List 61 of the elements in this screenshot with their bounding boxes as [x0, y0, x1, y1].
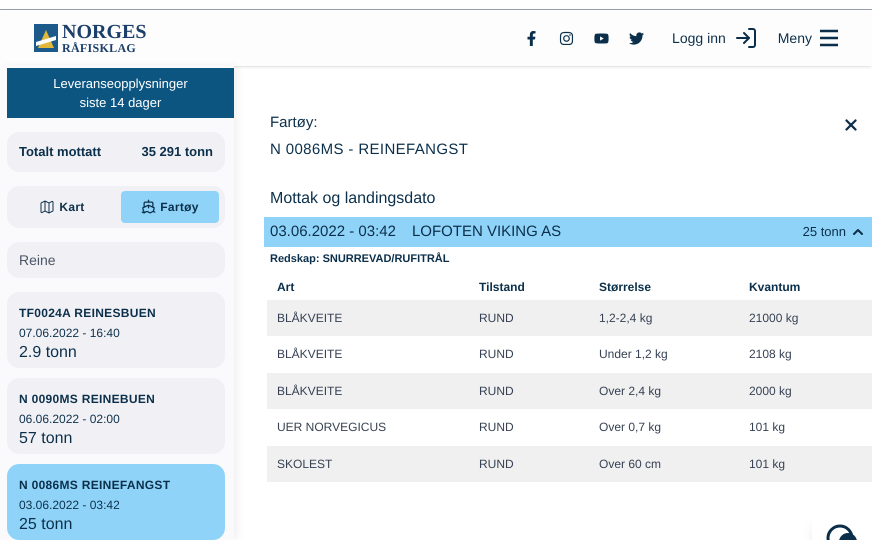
table-cell-text: Over 0,7 kg: [598, 419, 662, 436]
table-cell-text: RUND: [478, 456, 515, 473]
vessel-name: N 0086MS REINEFANGST: [19, 477, 172, 494]
vessel-card[interactable]: N 0090MS REINEBUEN 06.06.2022 - 02:00 57 tonn: [7, 378, 225, 454]
total-value: 35 291 tonn: [141, 143, 213, 162]
vessel-date: 06.06.2022 - 02:00: [19, 412, 121, 426]
vessel-name: TF0024A REINESBUEN: [19, 305, 157, 322]
landing-row[interactable]: 03.06.2022 - 03:42 LOFOTEN VIKING AS 25 tonn: [264, 217, 872, 247]
vessel-card[interactable]: TF0024A REINESBUEN 07.06.2022 - 16:40 2.9 tonn: [7, 292, 225, 368]
vessel-amount: 57 tonn: [19, 430, 74, 448]
gear-label: Redskap: SNURREVAD/RUFITRÅL: [269, 251, 450, 267]
vessel-date: 07.06.2022 - 16:40: [19, 326, 121, 340]
ship-icon: [141, 199, 156, 214]
menu-icon: [820, 28, 838, 48]
sidebar-subtitle: siste 14 dager: [80, 94, 162, 112]
table-cell-text: 2108 kg: [748, 346, 793, 364]
vessel-label: Fartøy:: [270, 113, 318, 133]
table-cell-text: BLÅKVEITE: [276, 382, 344, 400]
vessel-amount: 25 tonn: [19, 516, 74, 534]
table-cell-text: 101 kg: [748, 456, 786, 473]
chat-icon: [826, 522, 858, 540]
vessel-amount: 2.9 tonn: [19, 344, 78, 362]
column-header: Tilstand: [478, 278, 526, 296]
vessel-date: 03.06.2022 - 03:42: [19, 498, 121, 512]
vessel-card[interactable]: N 0086MS REINEFANGST 03.06.2022 - 03:42 25 tonn: [7, 464, 225, 540]
total-label: Totalt mottatt: [19, 143, 102, 162]
table-cell-text: RUND: [478, 310, 515, 327]
sidebar-title: Leveranseopplysninger: [53, 75, 188, 93]
logo-emblem-icon: [34, 24, 58, 52]
map-icon: [39, 198, 56, 215]
logo-subtitle: RÅFISKLAG: [62, 42, 138, 54]
column-header: Art: [276, 278, 296, 296]
twitter-icon[interactable]: [629, 30, 644, 46]
table-cell-text: RUND: [478, 419, 515, 436]
vessel-name: N 0090MS REINEBUEN: [19, 391, 156, 408]
table-cell-text: Over 2,4 kg: [598, 382, 662, 400]
logo-title: NORGES: [62, 22, 146, 42]
table-cell-text: RUND: [478, 346, 515, 364]
view-tab[interactable]: Kart: [13, 190, 111, 223]
table-cell-text: BLÅKVEITE: [276, 310, 344, 327]
table-cell-text: RUND: [478, 382, 515, 400]
youtube-icon[interactable]: [594, 30, 610, 46]
login-button[interactable]: Logg inn: [672, 26, 758, 50]
instagram-icon[interactable]: [559, 30, 574, 46]
table-cell-text: 1,2-2,4 kg: [598, 310, 654, 327]
menu-button[interactable]: Meny: [778, 28, 838, 48]
table-cell-text: UER NORVEGICUS: [276, 419, 388, 436]
login-icon: [734, 26, 758, 50]
table-cell-text: 2000 kg: [748, 382, 793, 400]
table-cell-text: 21000 kg: [748, 310, 800, 327]
view-tab[interactable]: Fartøy: [121, 190, 219, 223]
column-header: Kvantum: [748, 278, 802, 296]
table-cell-text: 101 kg: [748, 419, 786, 436]
table-cell-text: SKOLEST: [276, 456, 334, 473]
vessel-title: N 0086MS - REINEFANGST: [270, 140, 468, 160]
column-header: Størrelse: [598, 278, 652, 296]
table-cell-text: Over 60 cm: [598, 456, 662, 473]
section-title: Mottak og landingsdato: [270, 189, 436, 209]
search-field[interactable]: Reine: [7, 242, 225, 278]
table-cell-text: BLÅKVEITE: [276, 346, 344, 364]
table-cell-text: Under 1,2 kg: [598, 346, 669, 364]
